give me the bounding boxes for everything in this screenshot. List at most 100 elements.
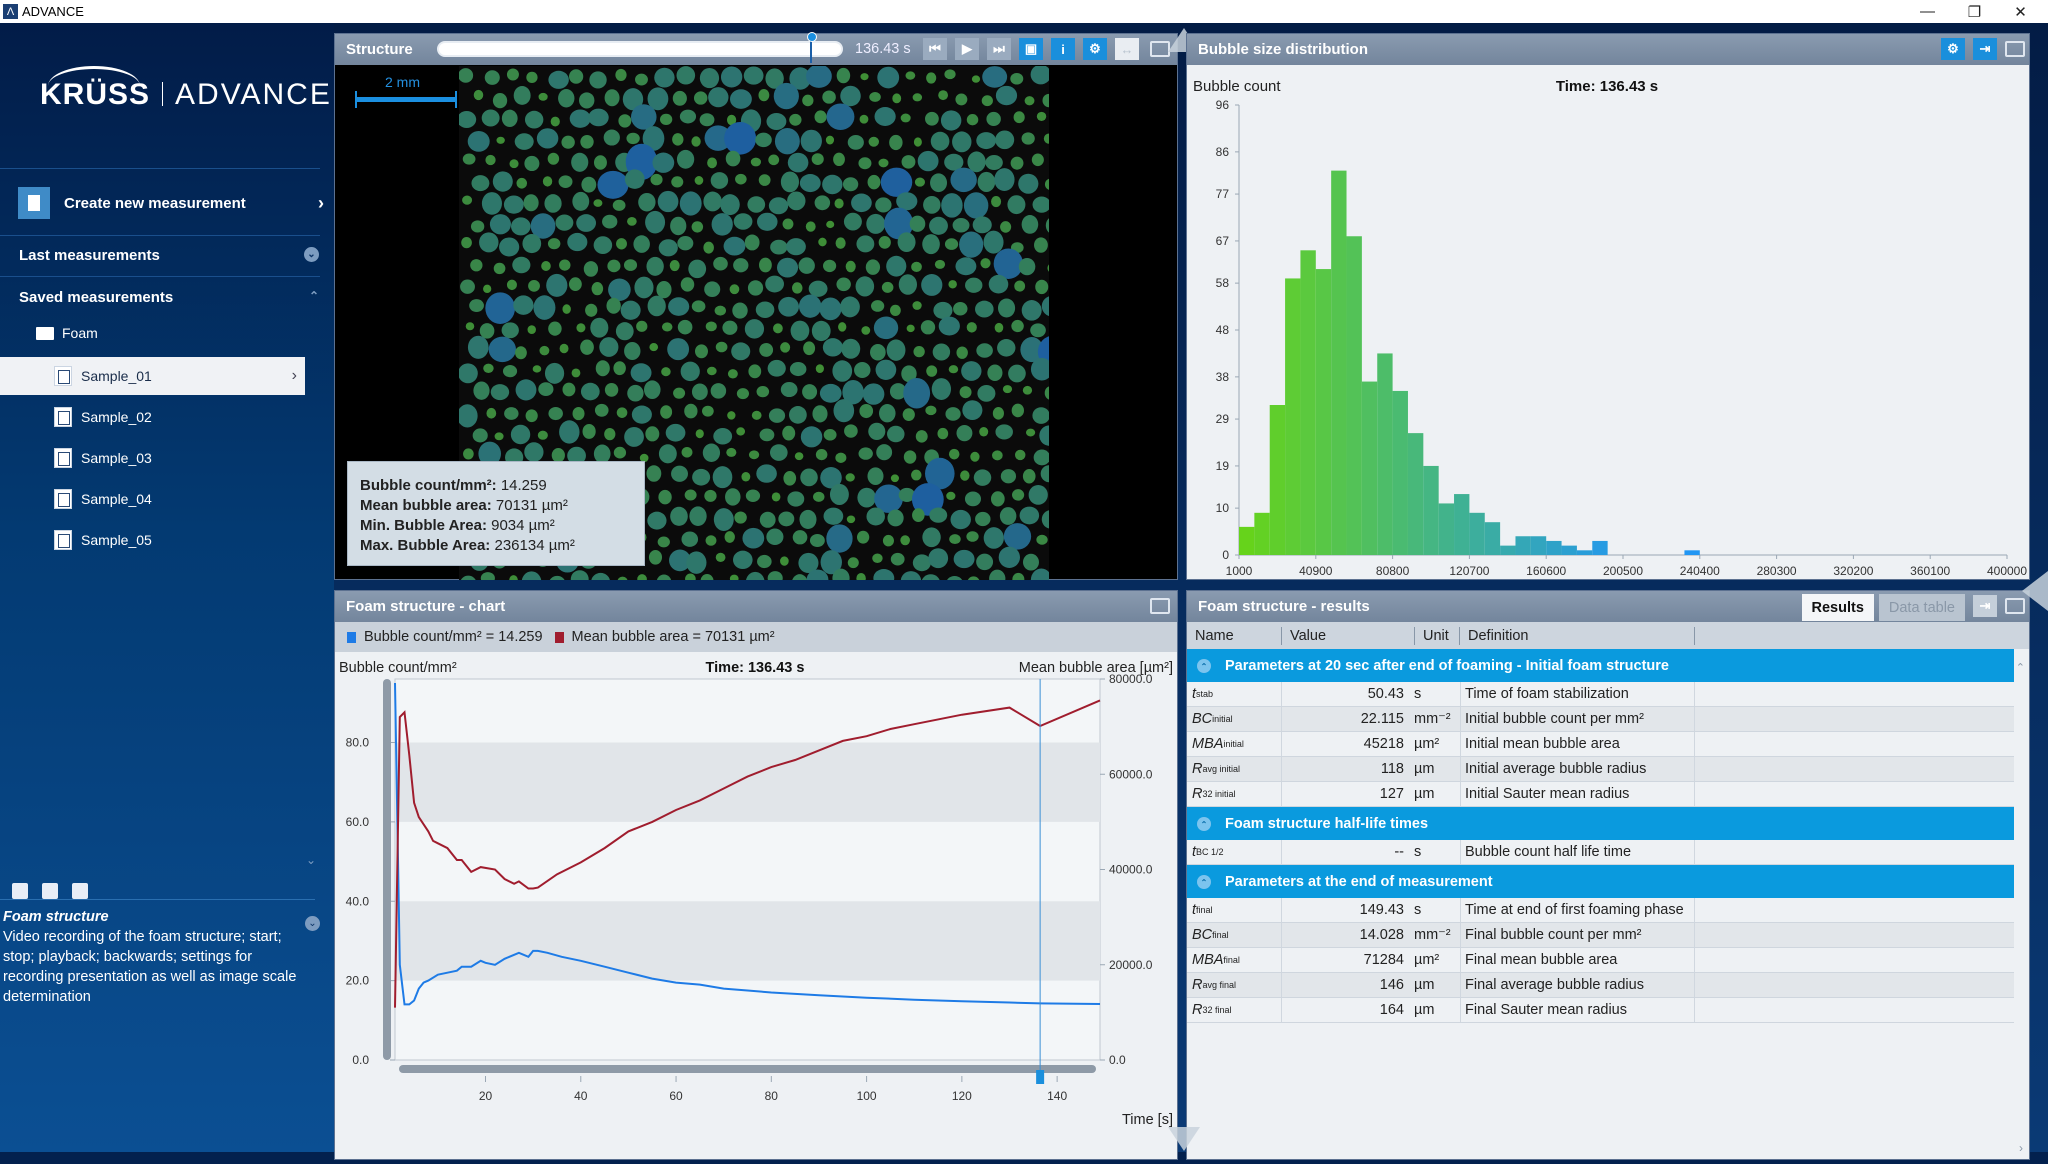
- bubble: [555, 214, 574, 231]
- bubble: [955, 93, 968, 106]
- step-forward-button[interactable]: ⏭: [987, 38, 1011, 60]
- bubble: [699, 113, 715, 127]
- result-row: t final 149.43 s Time at end of first foamin…: [1187, 898, 2014, 923]
- bubble: [525, 409, 538, 423]
- bubble: [713, 256, 728, 271]
- collapse-group-icon[interactable]: ⌃: [1197, 659, 1211, 673]
- collapse-group-icon[interactable]: ⌃: [1197, 875, 1211, 889]
- sidebar-item-sample-01[interactable]: Sample_01 ›: [0, 357, 305, 395]
- histogram-bar: [1454, 494, 1470, 555]
- play-button[interactable]: ▶: [955, 38, 979, 60]
- param-unit: µm: [1414, 1002, 1435, 1018]
- bubble: [661, 367, 671, 377]
- col-value[interactable]: Value: [1282, 626, 1415, 645]
- bubble: [866, 213, 886, 234]
- sidebar-item-sample-04[interactable]: Sample_04: [0, 480, 305, 518]
- maximize-button[interactable]: ❐: [1952, 0, 1997, 23]
- bubble: [778, 296, 799, 317]
- bubble: [867, 467, 884, 486]
- export-icon[interactable]: ⇥: [1973, 595, 1997, 617]
- gear-icon[interactable]: ⚙: [1941, 38, 1965, 60]
- bubble: [671, 465, 688, 482]
- collapse-icon[interactable]: ⌃: [309, 289, 319, 303]
- gear-icon[interactable]: ⚙: [1083, 38, 1107, 60]
- export-icon[interactable]: [72, 883, 88, 899]
- close-button[interactable]: ✕: [1998, 0, 2043, 23]
- save-icon[interactable]: ▣: [1019, 38, 1043, 60]
- result-group-header[interactable]: ⌃ Parameters at 20 sec after end of foami…: [1187, 649, 2014, 682]
- sidebar-item-sample-03[interactable]: Sample_03: [0, 439, 305, 477]
- scroll-up-icon[interactable]: ⌃: [2016, 661, 2025, 674]
- param-name: Ravg final: [1187, 973, 1282, 997]
- bubble: [840, 296, 860, 318]
- bubble: [930, 131, 950, 151]
- bubble: [847, 557, 859, 569]
- sidebar-item-sample-05[interactable]: Sample_05: [0, 521, 305, 559]
- folder-add-icon[interactable]: [42, 883, 58, 899]
- maximize-panel-icon[interactable]: [2005, 41, 2025, 57]
- histogram-bar: [1576, 550, 1593, 555]
- bubble: [953, 549, 975, 569]
- bubble: [736, 388, 750, 400]
- param-unit: µm: [1414, 977, 1435, 993]
- minimize-button[interactable]: —: [1905, 0, 1950, 23]
- bubble: [526, 71, 538, 83]
- bubble: [471, 175, 490, 192]
- x-tick-label: 160600: [1526, 564, 1566, 578]
- bubble: [559, 259, 571, 271]
- bubble: [905, 71, 916, 80]
- bubble: [679, 191, 702, 216]
- maximize-panel-icon[interactable]: [1150, 41, 1170, 57]
- step-back-button[interactable]: ⏮: [923, 38, 947, 60]
- param-unit: s: [1414, 902, 1422, 918]
- bubble: [538, 92, 548, 101]
- export-icon[interactable]: ⇥: [1973, 38, 1997, 60]
- tab-results[interactable]: Results: [1801, 594, 1874, 621]
- help-expand-icon[interactable]: ⌄: [305, 916, 320, 931]
- bubble: [792, 530, 808, 545]
- result-group-header[interactable]: ⌃ Foam structure half-life times: [1187, 807, 2014, 840]
- bubble: [705, 321, 717, 332]
- bubble: [594, 403, 609, 417]
- bubble: [792, 282, 803, 294]
- create-new-measurement-button[interactable]: Create new measurement ›: [18, 185, 324, 221]
- bubble: [576, 323, 586, 333]
- histogram-bar: [1346, 236, 1362, 555]
- timeline-slider[interactable]: [437, 41, 843, 57]
- bubble: [977, 384, 996, 402]
- sidebar-item-sample-02[interactable]: Sample_02: [0, 398, 305, 436]
- ruler-icon[interactable]: ↔: [1115, 38, 1139, 60]
- bubble: [604, 89, 620, 107]
- col-unit[interactable]: Unit: [1415, 626, 1460, 645]
- saved-measurements-header[interactable]: Saved measurements ⌃: [19, 289, 319, 306]
- last-measurements-header[interactable]: Last measurements ⌄: [19, 247, 319, 264]
- bubble: [994, 168, 1015, 192]
- maximize-panel-icon[interactable]: [1150, 598, 1170, 614]
- histogram-bar: [1438, 503, 1455, 555]
- result-group-header[interactable]: ⌃ Parameters at the end of measurement: [1187, 865, 2014, 898]
- col-name[interactable]: Name: [1187, 626, 1282, 645]
- bubble: [713, 428, 733, 445]
- bubble: [937, 427, 949, 440]
- maximize-panel-icon[interactable]: [2005, 598, 2025, 614]
- chevron-down-icon[interactable]: ⌄: [306, 853, 316, 867]
- shaded-band: [395, 901, 1100, 981]
- scroll-down-icon[interactable]: ›: [2019, 1141, 2023, 1155]
- col-definition[interactable]: Definition: [1460, 626, 1695, 645]
- bubble: [703, 241, 714, 254]
- bubble: [501, 322, 519, 339]
- expand-icon[interactable]: ⌄: [304, 247, 319, 262]
- bubble: [890, 552, 905, 566]
- timeline-cursor[interactable]: [807, 32, 818, 63]
- bubble: [673, 387, 686, 399]
- param-unit: µm²: [1414, 736, 1440, 752]
- folder-foam[interactable]: Foam: [36, 325, 98, 341]
- info-icon[interactable]: i: [1051, 38, 1075, 60]
- info-label: Bubble count/mm²:: [360, 477, 497, 494]
- bubble: [515, 346, 527, 360]
- edit-document-icon[interactable]: [12, 883, 28, 899]
- bubble: [725, 488, 741, 506]
- tab-data-table[interactable]: Data table: [1878, 594, 1965, 621]
- histogram-bar: [1530, 536, 1547, 555]
- collapse-group-icon[interactable]: ⌃: [1197, 817, 1211, 831]
